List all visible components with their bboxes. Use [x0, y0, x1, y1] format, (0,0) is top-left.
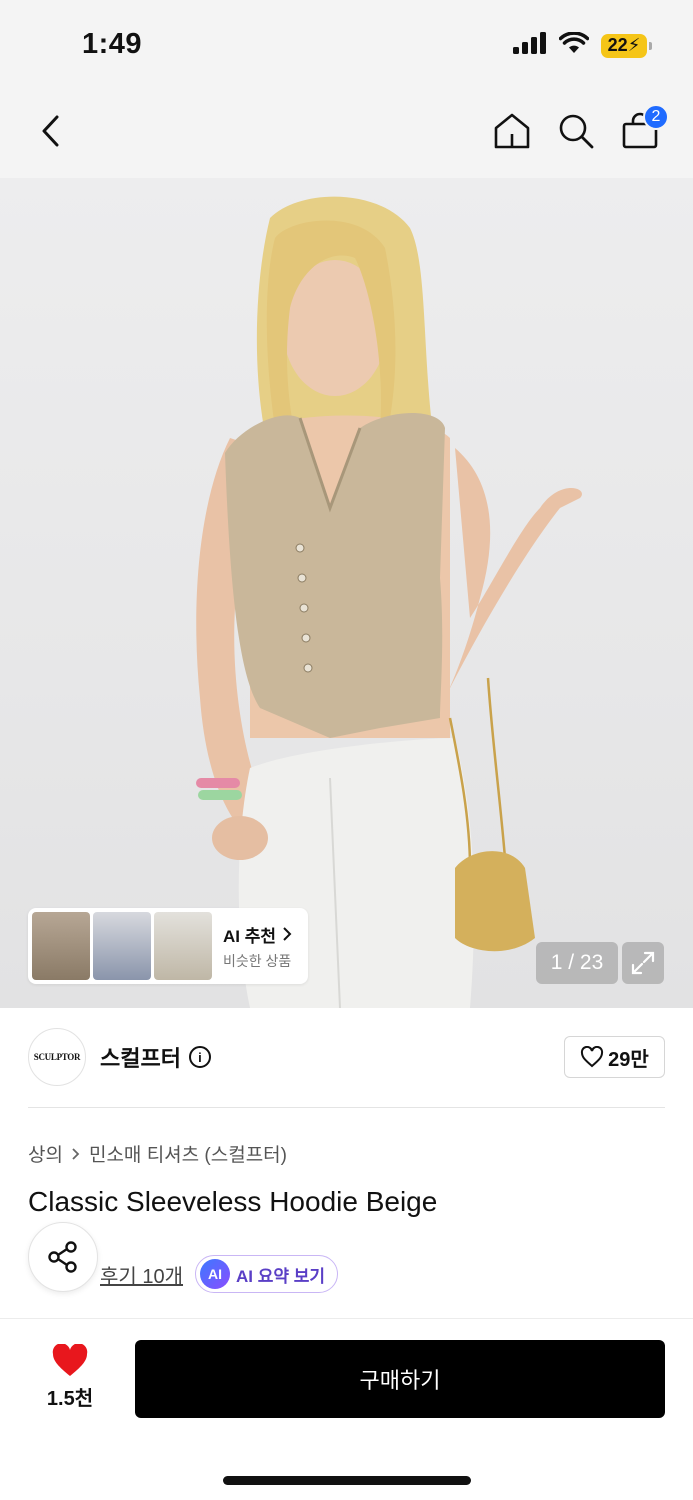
home-icon[interactable]: [489, 108, 535, 154]
status-time: 1:49: [82, 28, 143, 60]
recommend-thumbnail[interactable]: [93, 912, 151, 980]
heart-filled-icon: [52, 1344, 88, 1376]
top-nav: 2: [0, 88, 693, 178]
chevron-right-icon: [283, 927, 292, 941]
ai-recommend-subtitle: 비슷한 상품: [223, 952, 292, 969]
recommend-thumbnail[interactable]: [154, 912, 212, 980]
cart-count-badge: 2: [643, 104, 669, 130]
image-counter: 1 / 23: [536, 942, 618, 984]
heart-outline-icon: [581, 1046, 604, 1068]
breadcrumb: 상의 민소매 티셔츠 (스컬프터): [28, 1140, 287, 1167]
brand-like-button[interactable]: 29만: [564, 1036, 665, 1078]
product-like-count: 1.5천: [46, 1388, 94, 1410]
reviews-link[interactable]: 후기 10개: [100, 1260, 183, 1289]
product-title: Classic Sleeveless Hoodie Beige: [28, 1186, 438, 1217]
wifi-icon: [558, 31, 590, 59]
ai-badge: AI: [200, 1259, 231, 1289]
status-bar: 1:49 22 ⚡: [0, 0, 693, 88]
brand-logo[interactable]: SCULPTOR: [28, 1028, 86, 1086]
brand-like-count: 29만: [608, 1048, 649, 1071]
battery-level: 22: [607, 35, 628, 55]
ai-recommendation-card[interactable]: AI 추천 비슷한 상품: [28, 908, 308, 984]
home-indicator: [223, 1476, 471, 1485]
share-button[interactable]: [28, 1222, 98, 1292]
breadcrumb-subcategory[interactable]: 민소매 티셔츠 (스컬프터): [89, 1140, 287, 1167]
info-icon[interactable]: i: [188, 1046, 211, 1068]
recommend-thumbnail[interactable]: [32, 912, 90, 980]
back-chevron-icon[interactable]: [28, 108, 74, 154]
shopping-bag-icon[interactable]: 2: [617, 104, 669, 154]
product-photo: [196, 196, 582, 1008]
brand-row: SCULPTOR 스컬프터 i 29만: [28, 1028, 665, 1086]
buy-button[interactable]: 구매하기: [135, 1340, 665, 1418]
search-icon[interactable]: [553, 108, 599, 154]
share-icon: [48, 1241, 77, 1273]
product-like-button[interactable]: 1.5천: [30, 1344, 110, 1411]
product-image-gallery[interactable]: AI 추천 비슷한 상품 1 / 23: [0, 178, 693, 1008]
ai-summary-label: AI 요약 보기: [236, 1266, 326, 1286]
ai-recommend-title: AI 추천: [223, 926, 277, 946]
breadcrumb-category[interactable]: 상의: [28, 1140, 63, 1167]
ai-recommend-text: AI 추천 비슷한 상품: [223, 922, 292, 971]
expand-icon[interactable]: [622, 942, 664, 984]
status-icons: 22 ⚡: [513, 31, 652, 59]
divider: [28, 1107, 665, 1108]
ai-summary-button[interactable]: AI AI 요약 보기: [195, 1255, 339, 1293]
battery-icon: 22 ⚡: [601, 33, 652, 58]
brand-name[interactable]: 스컬프터: [100, 1041, 181, 1073]
bottom-bar-divider: [0, 1318, 693, 1319]
chevron-right-icon: [72, 1147, 80, 1160]
signal-icon: [513, 32, 547, 59]
